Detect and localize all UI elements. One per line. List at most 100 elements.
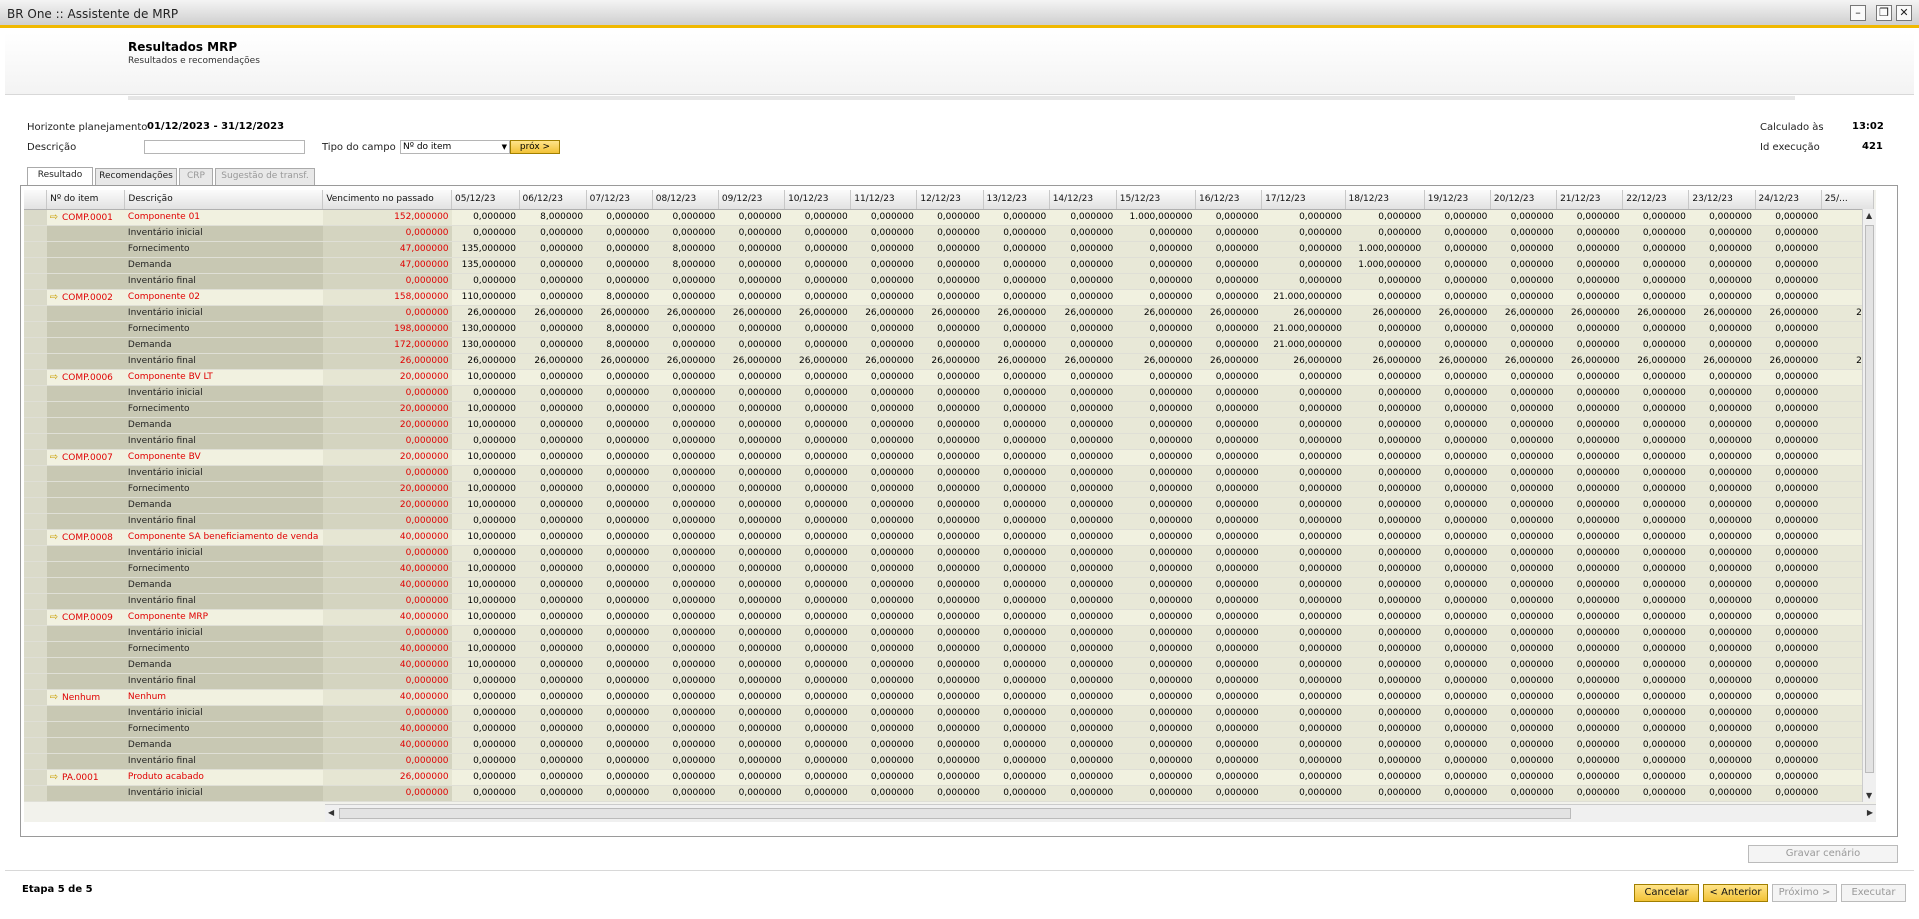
detail-row[interactable]: Fornecimento 40,000000 0,000000 0,000000 0,0…: [24, 721, 1874, 738]
row-selector[interactable]: [24, 481, 47, 498]
scroll-right-icon[interactable]: ▶: [1867, 808, 1873, 817]
row-selector[interactable]: [24, 257, 47, 274]
item-row[interactable]: ⇨ COMP.0006 Componente BV LT 20,000000 10,00…: [24, 369, 1874, 386]
row-selector[interactable]: [24, 625, 47, 642]
tab-resultado[interactable]: Resultado: [27, 167, 93, 186]
link-arrow-icon[interactable]: ⇨: [50, 772, 58, 783]
detail-row[interactable]: Fornecimento 47,000000 135,000000 0,000000 0…: [24, 241, 1874, 258]
item-row[interactable]: ⇨ COMP.0001 Componente 01 152,000000 0,00000…: [24, 209, 1874, 226]
next-button[interactable]: Próximo >: [1772, 884, 1837, 902]
detail-row[interactable]: Inventário final 0,000000 0,000000 0,000000…: [24, 513, 1874, 530]
link-arrow-icon[interactable]: ⇨: [50, 372, 58, 383]
detail-row[interactable]: Inventário inicial 0,000000 26,000000 26,00…: [24, 305, 1874, 322]
item-row[interactable]: ⇨ COMP.0002 Componente 02 158,000000 110,000…: [24, 289, 1874, 306]
row-selector[interactable]: [24, 369, 47, 386]
minimize-icon[interactable]: –: [1850, 5, 1866, 21]
item-row[interactable]: ⇨ PA.0001 Produto acabado 26,000000 0,000000…: [24, 769, 1874, 786]
row-selector[interactable]: [24, 433, 47, 450]
column-header[interactable]: Nº do item: [46, 190, 126, 210]
previous-button[interactable]: < Anterior: [1703, 884, 1768, 902]
column-header[interactable]: 06/12/23: [519, 190, 587, 210]
cancel-button[interactable]: Cancelar: [1634, 884, 1699, 902]
detail-row[interactable]: Inventário inicial 0,000000 0,000000 0,0000…: [24, 785, 1874, 802]
row-selector[interactable]: [24, 561, 47, 578]
column-header[interactable]: 25/...: [1821, 190, 1874, 210]
item-row[interactable]: ⇨ Nenhum Nenhum 40,000000 0,000000 0,000000 0,…: [24, 689, 1874, 706]
row-selector[interactable]: [24, 401, 47, 418]
row-selector[interactable]: [24, 529, 47, 546]
row-selector[interactable]: [24, 385, 47, 402]
row-selector[interactable]: [24, 721, 47, 738]
column-header[interactable]: 22/12/23: [1622, 190, 1690, 210]
row-selector[interactable]: [24, 769, 47, 786]
horizontal-scroll-thumb[interactable]: [339, 808, 1571, 819]
column-header[interactable]: Vencimento no passado: [322, 190, 453, 210]
scroll-down-icon[interactable]: ▼: [1866, 791, 1872, 800]
detail-row[interactable]: Demanda 40,000000 0,000000 0,000000 0,000000…: [24, 737, 1874, 754]
link-arrow-icon[interactable]: ⇨: [50, 612, 58, 623]
row-selector[interactable]: [24, 673, 47, 690]
detail-row[interactable]: Demanda 20,000000 10,000000 0,000000 0,00000…: [24, 497, 1874, 514]
column-header[interactable]: 18/12/23: [1345, 190, 1425, 210]
tab-sugestao-transf[interactable]: Sugestão de transf.: [215, 168, 315, 185]
detail-row[interactable]: Fornecimento 20,000000 10,000000 0,000000 0,…: [24, 401, 1874, 418]
row-selector[interactable]: [24, 657, 47, 674]
detail-row[interactable]: Fornecimento 20,000000 10,000000 0,000000 0,…: [24, 481, 1874, 498]
detail-row[interactable]: Demanda 40,000000 10,000000 0,000000 0,00000…: [24, 657, 1874, 674]
row-selector[interactable]: [24, 689, 47, 706]
scroll-up-icon[interactable]: ▲: [1866, 211, 1872, 220]
prox-button[interactable]: próx >: [510, 140, 560, 154]
tipo-campo-select[interactable]: Nº do item ▼: [400, 140, 510, 154]
detail-row[interactable]: Inventário inicial 0,000000 0,000000 0,0000…: [24, 705, 1874, 722]
detail-row[interactable]: Fornecimento 40,000000 10,000000 0,000000 0,…: [24, 561, 1874, 578]
horizontal-scrollbar[interactable]: ◀ ▶: [325, 804, 1876, 822]
detail-row[interactable]: Inventário final 26,000000 26,000000 26,000…: [24, 353, 1874, 370]
row-selector[interactable]: [24, 577, 47, 594]
row-selector[interactable]: [24, 545, 47, 562]
row-selector[interactable]: [24, 465, 47, 482]
detail-row[interactable]: Inventário final 0,000000 0,000000 0,000000…: [24, 753, 1874, 770]
tab-recomendacoes[interactable]: Recomendações: [95, 168, 177, 185]
row-selector[interactable]: [24, 593, 47, 610]
detail-row[interactable]: Demanda 47,000000 135,000000 0,000000 0,0000…: [24, 257, 1874, 274]
detail-row[interactable]: Demanda 172,000000 130,000000 0,000000 8,000…: [24, 337, 1874, 354]
column-header[interactable]: Descrição: [124, 190, 324, 210]
scroll-left-icon[interactable]: ◀: [328, 808, 334, 817]
row-selector[interactable]: [24, 513, 47, 530]
item-row[interactable]: ⇨ COMP.0007 Componente BV 20,000000 10,00000…: [24, 449, 1874, 466]
vertical-scroll-thumb[interactable]: [1865, 225, 1874, 773]
column-header[interactable]: 05/12/23: [451, 190, 520, 210]
column-header[interactable]: 11/12/23: [850, 190, 918, 210]
row-selector[interactable]: [24, 497, 47, 514]
column-header[interactable]: 24/12/23: [1755, 190, 1822, 210]
column-header[interactable]: 16/12/23: [1195, 190, 1263, 210]
vertical-scrollbar[interactable]: ▲ ▼: [1862, 209, 1876, 802]
row-selector[interactable]: [24, 225, 47, 242]
row-selector[interactable]: [24, 705, 47, 722]
row-selector[interactable]: [24, 609, 47, 626]
detail-row[interactable]: Inventário inicial 0,000000 0,000000 0,0000…: [24, 385, 1874, 402]
close-icon[interactable]: ✕: [1896, 5, 1912, 21]
detail-row[interactable]: Inventário final 0,000000 0,000000 0,000000…: [24, 433, 1874, 450]
row-selector[interactable]: [24, 737, 47, 754]
detail-row[interactable]: Inventário inicial 0,000000 0,000000 0,0000…: [24, 225, 1874, 242]
detail-row[interactable]: Inventário final 0,000000 0,000000 0,000000…: [24, 273, 1874, 290]
column-header[interactable]: 15/12/23: [1116, 190, 1197, 210]
restore-icon[interactable]: ❐: [1876, 5, 1892, 21]
row-selector[interactable]: [24, 753, 47, 770]
column-header[interactable]: 14/12/23: [1049, 190, 1117, 210]
detail-row[interactable]: Inventário final 0,000000 10,000000 0,00000…: [24, 593, 1874, 610]
row-selector[interactable]: [24, 289, 47, 306]
column-header[interactable]: 17/12/23: [1261, 190, 1346, 210]
execute-button[interactable]: Executar: [1841, 884, 1906, 902]
row-selector[interactable]: [24, 417, 47, 434]
column-header[interactable]: 20/12/23: [1490, 190, 1558, 210]
tab-crp[interactable]: CRP: [179, 168, 213, 185]
detail-row[interactable]: Inventário final 0,000000 0,000000 0,000000…: [24, 673, 1874, 690]
detail-row[interactable]: Demanda 20,000000 10,000000 0,000000 0,00000…: [24, 417, 1874, 434]
item-row[interactable]: ⇨ COMP.0008 Componente SA beneficiamento d…: [24, 529, 1874, 546]
row-selector[interactable]: [24, 273, 47, 290]
column-header[interactable]: 08/12/23: [652, 190, 719, 210]
row-selector[interactable]: [24, 321, 47, 338]
row-selector[interactable]: [24, 209, 47, 226]
